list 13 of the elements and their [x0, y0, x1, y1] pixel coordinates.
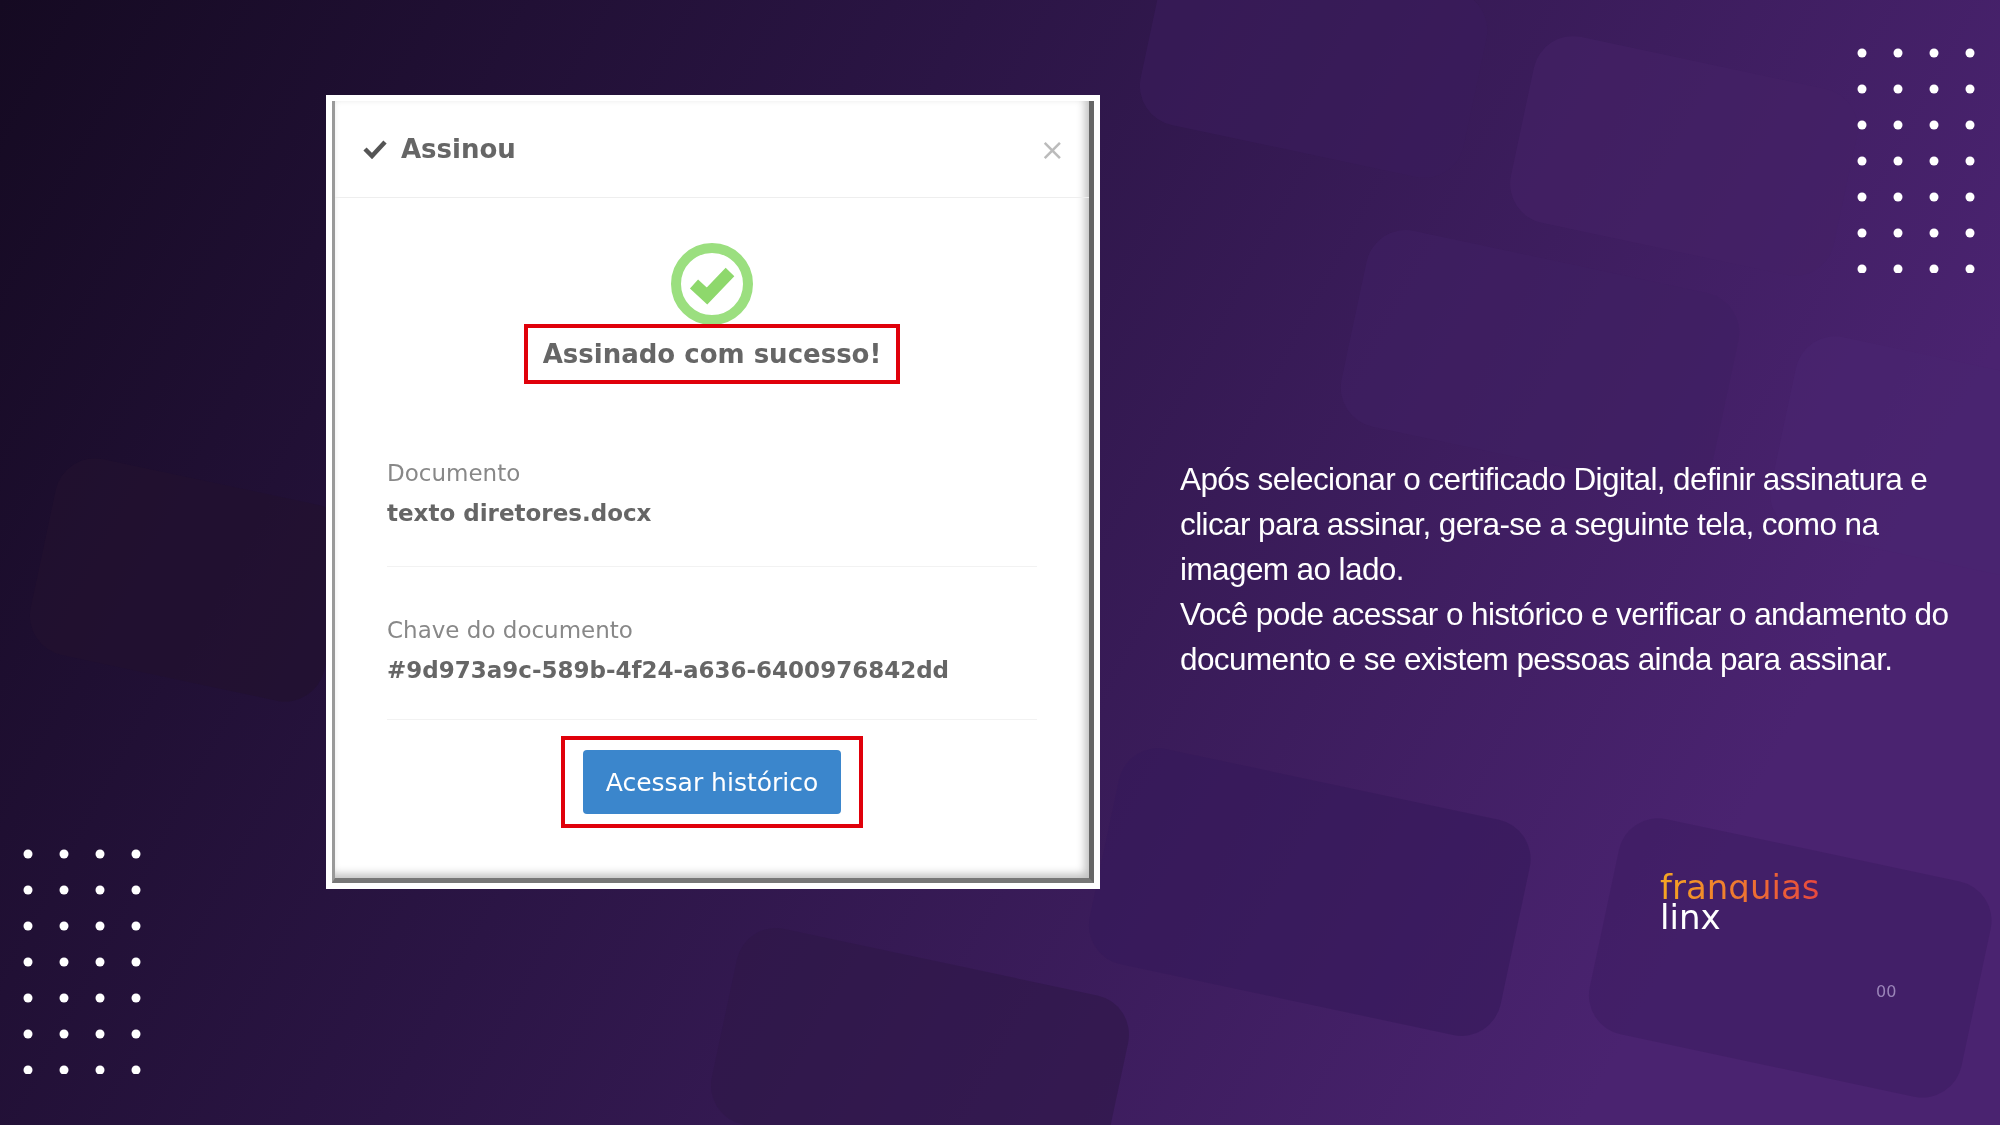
field-label: Documento: [387, 460, 522, 486]
success-check-icon: [670, 242, 754, 326]
history-button[interactable]: Acessar histórico: [583, 750, 841, 814]
page-number: 00: [1876, 982, 1897, 1001]
description-paragraph: Após selecionar o certificado Digital, definir assinatura e clicar para assinar, gera-se a seguinte tela, como na imagem ao lado.: [1180, 460, 1929, 589]
check-icon: [363, 139, 387, 159]
field-value: #9d973a9c-589b-4f24-a636-6400976842dd: [387, 657, 951, 683]
description-paragraph: Você pode acessar o histórico e verificar o andamento do documento e se existem pessoas ainda para assinar.: [1180, 595, 1950, 679]
logo: franquias linx: [1660, 872, 1820, 932]
dialog-title: Assinou: [401, 134, 516, 164]
field-value: texto diretores.docx: [387, 500, 653, 526]
field-label: Chave do documento: [387, 617, 634, 643]
success-message: Assinado com sucesso!: [542, 339, 882, 369]
